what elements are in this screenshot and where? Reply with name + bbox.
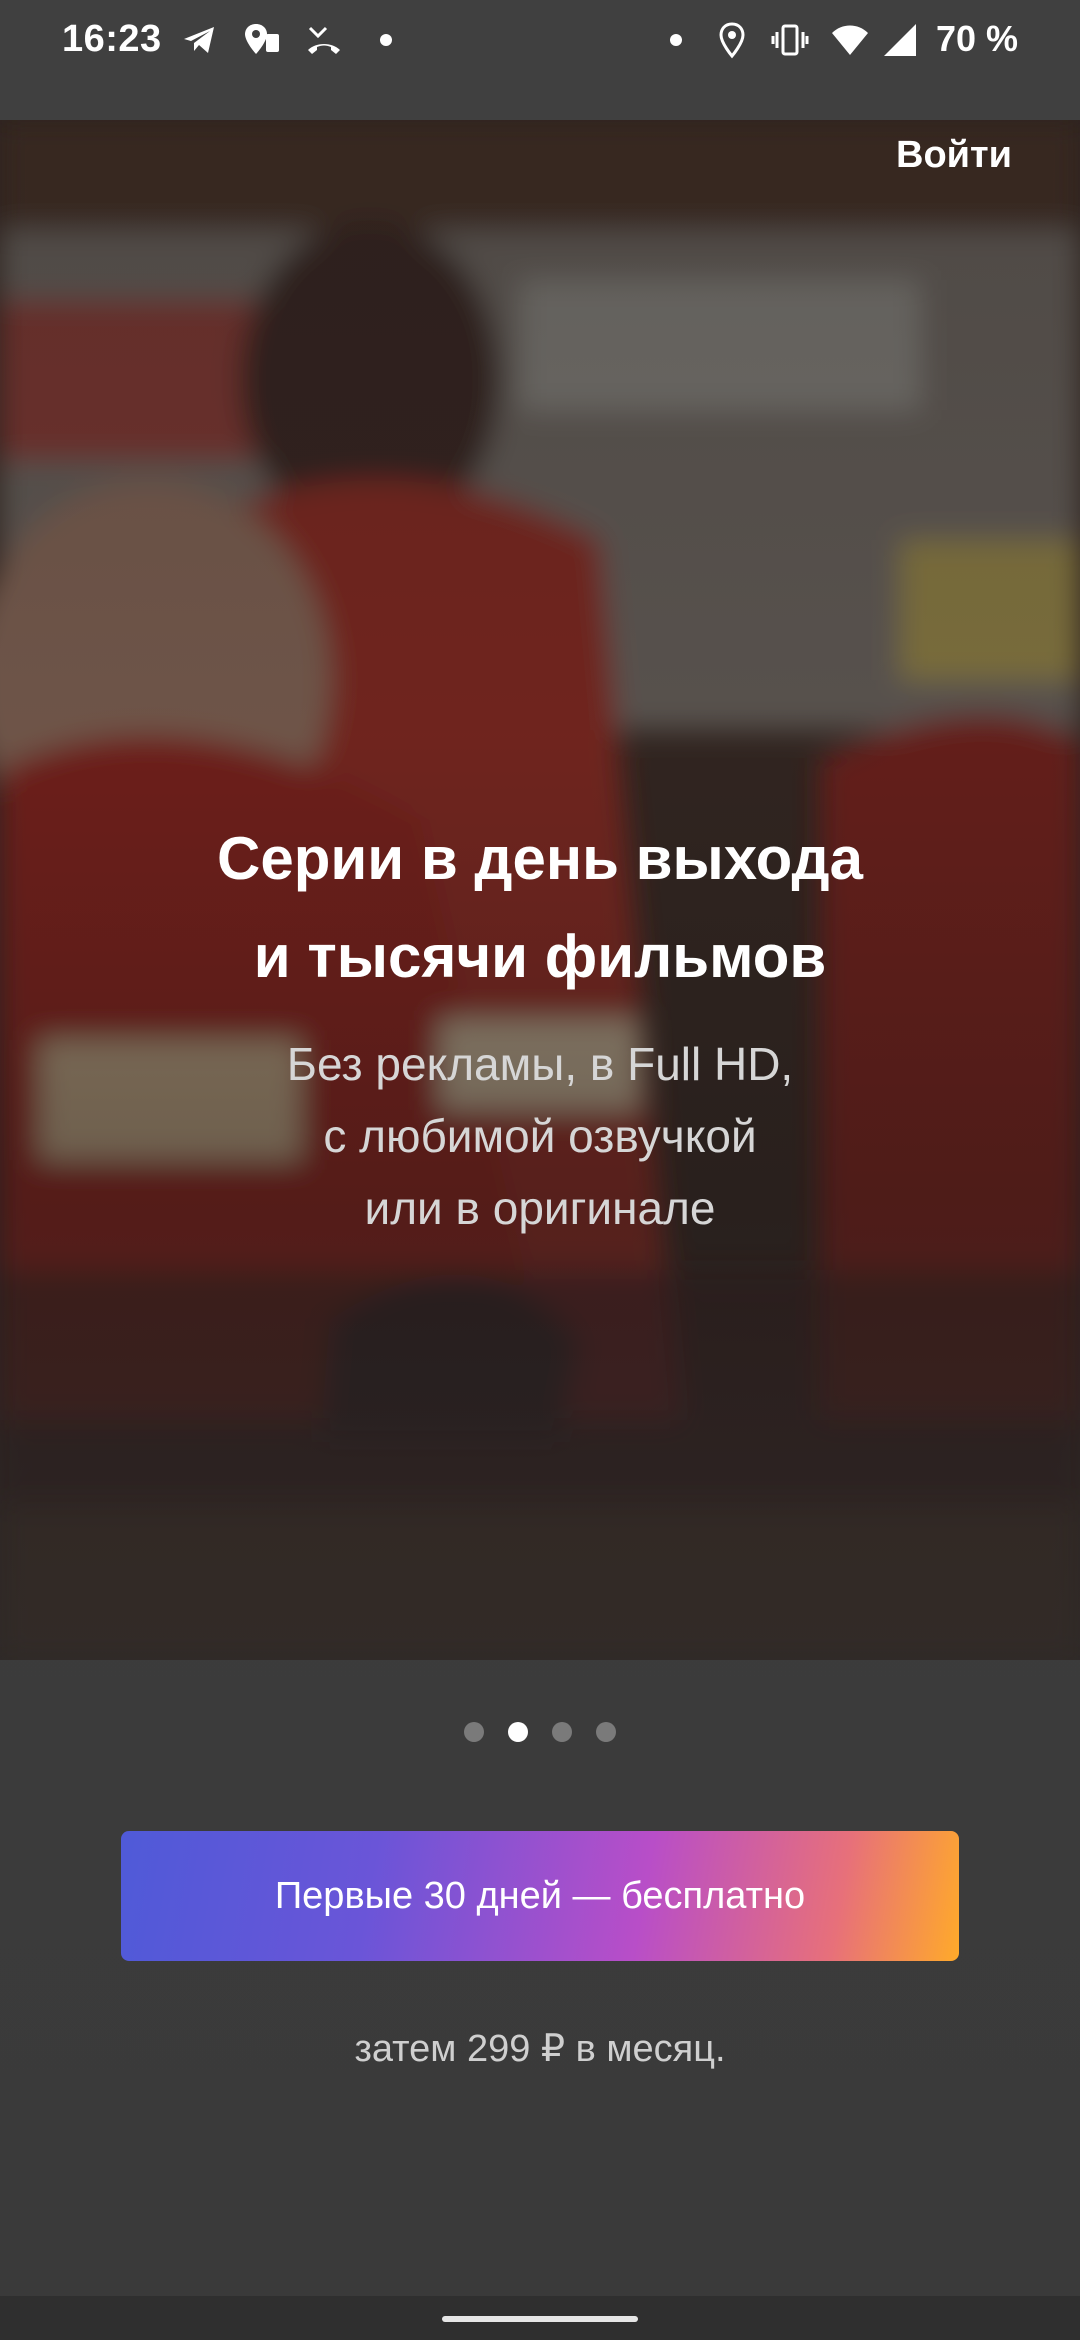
notification-dot-icon (380, 34, 392, 46)
page-dot-2-active[interactable] (508, 1722, 528, 1742)
wifi-icon (832, 25, 868, 55)
battery-level: 70 % (935, 18, 1018, 59)
vibrate-icon (771, 24, 809, 56)
carousel-page-indicator (0, 1722, 1080, 1742)
description-line-1: Без рекламы, в Full HD, (286, 1038, 794, 1090)
notification-dot-icon (670, 34, 682, 46)
screen: 16:23 70 % Войти Серии в день выхода и т… (0, 0, 1080, 2340)
page-dot-3[interactable] (552, 1722, 572, 1742)
status-bar: 16:23 70 % (0, 0, 1080, 80)
signal-icon (884, 24, 916, 56)
description-line-2: с любимой озвучкой (323, 1110, 757, 1162)
missed-call-icon (308, 26, 340, 54)
telegram-icon (184, 27, 214, 53)
page-dot-1[interactable] (464, 1722, 484, 1742)
home-indicator[interactable] (442, 2316, 638, 2322)
description-line-3: или в оригинале (364, 1182, 716, 1234)
promo-description: Без рекламы, в Full HD, с любимой озвучк… (0, 1028, 1080, 1244)
system-navigation-bar (0, 2296, 1080, 2340)
headline-line-1: Серии в день выхода (217, 825, 863, 892)
free-trial-button[interactable]: Первые 30 дней — бесплатно (121, 1831, 959, 1961)
promo-headline: Серии в день выхода и тысячи фильмов (0, 810, 1080, 1006)
location-icon (719, 22, 745, 59)
headline-line-2: и тысячи фильмов (253, 923, 827, 990)
page-dot-4[interactable] (596, 1722, 616, 1742)
login-button[interactable]: Войти (896, 134, 1012, 177)
status-time: 16:23 (62, 18, 162, 60)
price-note: затем 299 ₽ в месяц. (354, 2028, 726, 2070)
maps-icon (245, 24, 279, 54)
